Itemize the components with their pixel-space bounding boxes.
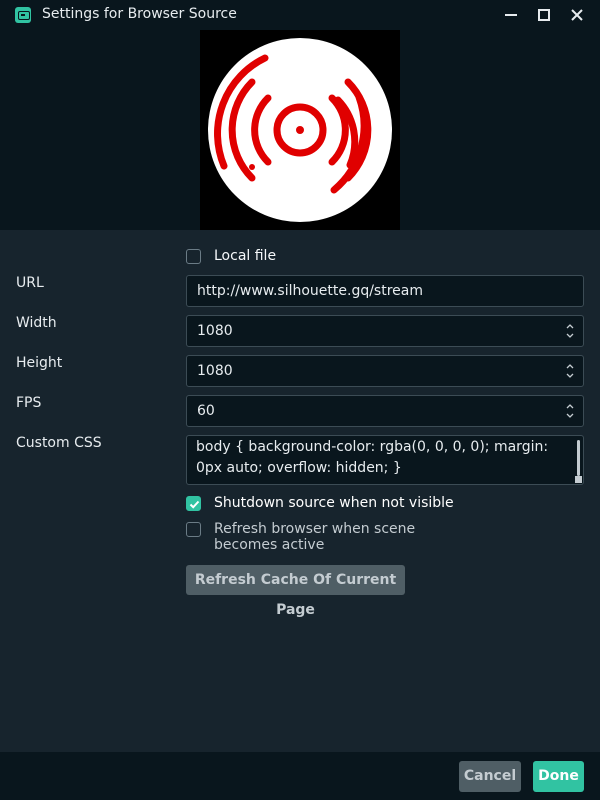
preview-canvas bbox=[200, 30, 400, 230]
url-value: http://www.silhouette.gq/stream bbox=[197, 283, 423, 299]
close-icon bbox=[571, 9, 583, 21]
cancel-button[interactable]: Cancel bbox=[459, 761, 521, 792]
source-preview bbox=[0, 30, 600, 230]
minimize-button[interactable] bbox=[496, 0, 526, 30]
fps-value: 60 bbox=[197, 403, 215, 419]
width-input[interactable]: 1080 bbox=[186, 315, 584, 347]
shutdown-checkbox[interactable] bbox=[186, 496, 201, 511]
spinner-arrows-icon[interactable] bbox=[565, 362, 575, 380]
resize-grip-icon[interactable] bbox=[575, 476, 582, 483]
width-value: 1080 bbox=[197, 323, 233, 339]
textarea-scrollbar[interactable] bbox=[577, 440, 580, 476]
width-label: Width bbox=[16, 315, 57, 331]
title-bar: Settings for Browser Source bbox=[0, 0, 600, 30]
checkmark-icon bbox=[189, 500, 200, 509]
refresh-cache-button[interactable]: Refresh Cache Of Current Page bbox=[186, 565, 405, 618]
fps-label: FPS bbox=[16, 395, 42, 411]
custom-css-value: body { background-color: rgba(0, 0, 0, 0… bbox=[196, 439, 549, 476]
radio-broadcast-logo bbox=[208, 38, 392, 222]
fps-input[interactable]: 60 bbox=[186, 395, 584, 427]
spinner-arrows-icon[interactable] bbox=[565, 402, 575, 420]
maximize-icon bbox=[538, 9, 550, 21]
minimize-icon bbox=[505, 14, 517, 16]
spinner-arrows-icon[interactable] bbox=[565, 322, 575, 340]
height-value: 1080 bbox=[197, 363, 233, 379]
custom-css-textarea[interactable]: body { background-color: rgba(0, 0, 0, 0… bbox=[186, 435, 584, 485]
done-button[interactable]: Done bbox=[533, 761, 584, 792]
height-label: Height bbox=[16, 355, 63, 371]
url-label: URL bbox=[16, 275, 44, 291]
local-file-checkbox[interactable] bbox=[186, 249, 201, 264]
custom-css-label: Custom CSS bbox=[16, 435, 102, 451]
refresh-on-active-label: Refresh browser when scene becomes activ… bbox=[214, 521, 416, 553]
dialog-footer: Cancel Done bbox=[0, 752, 600, 800]
height-input[interactable]: 1080 bbox=[186, 355, 584, 387]
streamlabs-icon bbox=[15, 7, 31, 23]
local-file-label: Local file bbox=[214, 248, 277, 264]
close-button[interactable] bbox=[562, 0, 592, 30]
url-input[interactable]: http://www.silhouette.gq/stream bbox=[186, 275, 584, 307]
refresh-on-active-checkbox[interactable] bbox=[186, 522, 201, 537]
maximize-button[interactable] bbox=[529, 0, 559, 30]
window-title: Settings for Browser Source bbox=[42, 6, 237, 22]
shutdown-label: Shutdown source when not visible bbox=[214, 495, 454, 511]
